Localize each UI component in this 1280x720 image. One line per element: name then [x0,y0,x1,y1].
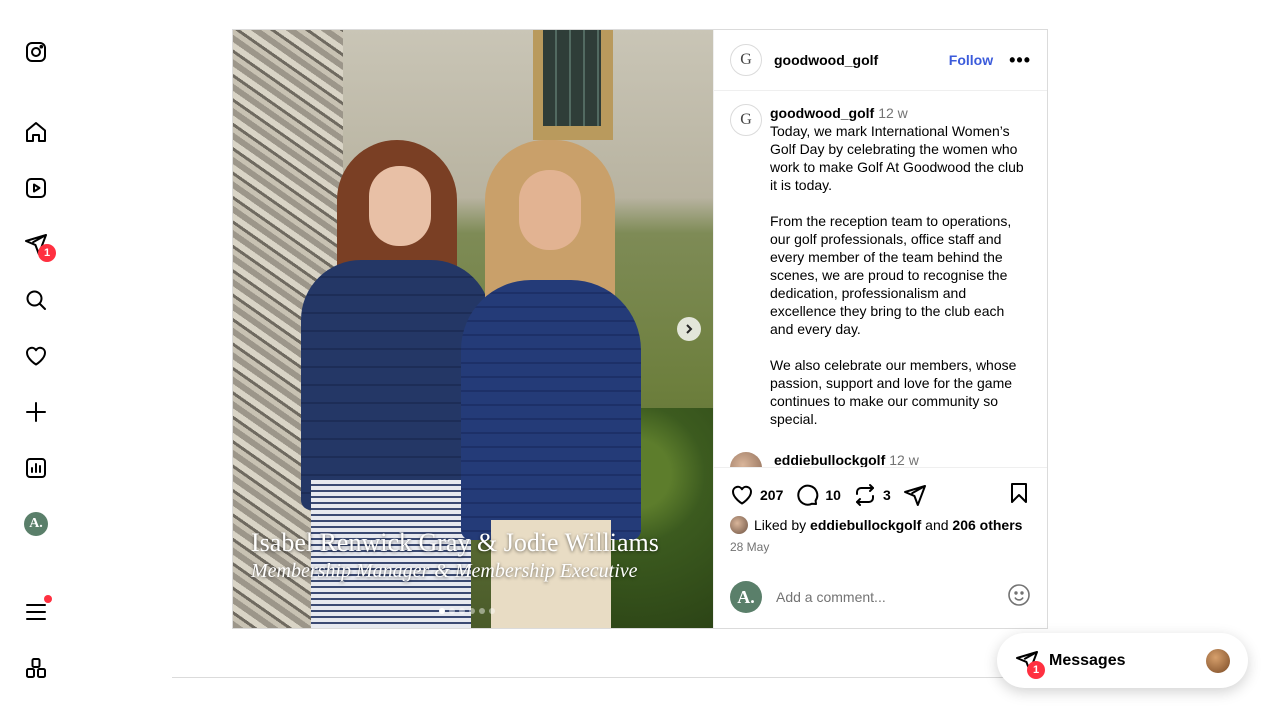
search-icon[interactable] [22,286,50,314]
comment-button[interactable]: 10 [795,483,841,507]
share-paper-plane-icon [903,485,926,506]
more-menu-icon[interactable] [22,595,52,626]
post-date[interactable]: 28 May [730,540,1031,554]
comment-item: eddiebullockgolf 12 w [730,452,1031,467]
share-button[interactable] [903,483,927,507]
messages-bar-label: Messages [1049,651,1126,669]
chevron-right-icon [686,324,693,334]
messages-badge: 1 [38,244,56,262]
author-avatar[interactable]: G [730,44,762,76]
heart-icon [732,485,752,505]
post-header: G goodwood_golf Follow ••• [714,30,1047,91]
commenter-username[interactable]: eddiebullockgolf [774,452,885,467]
caption-time: 12 w [878,105,908,121]
repost-button[interactable]: 3 [853,483,891,507]
caption-paragraph-1: Today, we mark International Women’s Gol… [770,123,1024,193]
image-caption: Isabel Renwick Gray & Jodie Williams Mem… [251,528,659,584]
comment-input[interactable] [776,589,996,605]
comments-section[interactable]: G goodwood_golf 12 w Today, we mark Inter… [714,92,1047,467]
author-username[interactable]: goodwood_golf [774,52,878,68]
liked-by-user[interactable]: eddiebullockgolf [810,517,921,533]
profile-avatar-initial: A. [24,512,48,536]
side-nav: 1 A. [0,0,72,720]
repost-icon [855,484,874,506]
post-side-panel: G goodwood_golf Follow ••• G goodwood_go… [713,30,1047,628]
like-count: 207 [760,487,784,503]
home-icon[interactable] [22,118,50,146]
liked-by-prefix: Liked by [754,517,807,533]
image-caption-names: Isabel Renwick Gray & Jodie Williams [251,528,659,557]
carousel-dot [489,608,495,614]
comment-time: 12 w [889,452,919,467]
emoji-picker-button[interactable] [1007,583,1031,612]
create-plus-icon[interactable] [22,398,50,426]
notifications-heart-icon[interactable] [22,342,50,370]
follow-button[interactable]: Follow [949,52,993,68]
post-card: Isabel Renwick Gray & Jodie Williams Mem… [232,29,1048,629]
messages-contact-avatar [1206,648,1230,673]
messages-icon[interactable]: 1 [22,230,56,262]
post-actions: 207 10 3 Liked by eddiebullockgolf and 2… [714,467,1047,554]
also-from-meta-icon[interactable] [22,654,50,682]
smiley-icon [1008,583,1030,606]
caption-paragraph-2: From the reception team to operations, o… [770,213,1012,337]
carousel-dot [459,608,465,614]
commenter-avatar[interactable] [730,452,762,467]
liked-by-line: Liked by eddiebullockgolf and 206 others [730,516,1031,534]
liked-by-others[interactable]: 206 others [952,517,1022,533]
comment-bubble-icon [797,484,819,506]
carousel-next-button[interactable] [677,317,701,341]
liker-avatar[interactable] [730,516,748,534]
reels-icon[interactable] [22,174,50,202]
dashboard-icon[interactable] [22,454,50,482]
like-button[interactable]: 207 [730,483,783,507]
current-user-avatar: A. [730,581,762,613]
more-menu-dot [44,595,52,603]
comment-count: 10 [825,487,841,503]
image-caption-roles: Membership Manager & Membership Executiv… [251,560,638,582]
messages-bar-badge: 1 [1027,660,1045,679]
carousel-dot [469,608,475,614]
carousel-dot [449,608,455,614]
carousel-dots [439,608,495,614]
post-media[interactable]: Isabel Renwick Gray & Jodie Williams Mem… [233,30,713,628]
messages-bar[interactable]: 1 Messages [997,633,1248,688]
profile-avatar[interactable]: A. [22,510,50,538]
instagram-logo-icon[interactable] [22,38,50,66]
more-options-icon[interactable]: ••• [1009,51,1031,69]
caption-paragraph-3: We also celebrate our members, whose pas… [770,357,1017,427]
liked-by-and: and [925,517,949,533]
add-comment-bar: A. [714,566,1047,628]
caption-author-avatar[interactable]: G [730,104,762,136]
save-button[interactable] [1007,481,1031,510]
caption-username[interactable]: goodwood_golf [770,105,874,121]
carousel-dot [479,608,485,614]
photo-window [533,30,613,140]
post-caption: G goodwood_golf 12 w Today, we mark Inter… [730,104,1031,446]
messages-bar-icon: 1 [1015,649,1045,679]
feed-divider [172,677,1108,678]
carousel-dot [439,608,445,614]
repost-count: 3 [882,487,891,503]
bookmark-icon [1011,482,1027,503]
